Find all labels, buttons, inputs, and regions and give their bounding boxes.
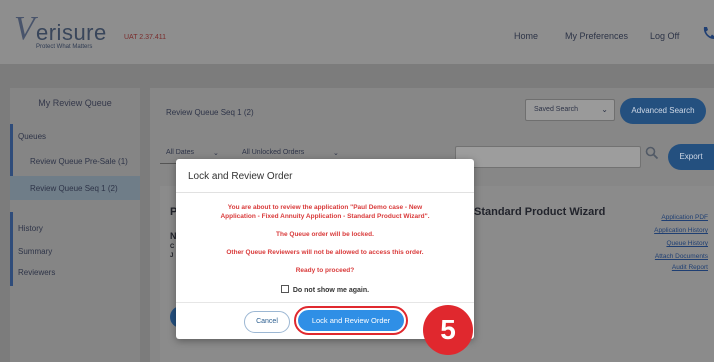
phone-icon[interactable] xyxy=(702,26,714,43)
sidebar-title: My Review Queue xyxy=(38,98,112,108)
dialog-access-note: Other Queue Reviewers will not be allowe… xyxy=(226,249,424,256)
nav-home-link[interactable]: Home xyxy=(514,31,538,41)
sidebar-section-indicator xyxy=(10,212,13,286)
sidebar-item-review-queue-pre-sale[interactable]: Review Queue Pre-Sale (1) xyxy=(30,157,128,166)
search-input[interactable] xyxy=(455,146,641,168)
environment-label: UAT 2.37.411 xyxy=(124,34,167,41)
sidebar-item-summary[interactable]: Summary xyxy=(18,247,52,256)
dont-show-again-checkbox[interactable] xyxy=(280,285,289,293)
sidebar-item-reviewers[interactable]: Reviewers xyxy=(18,268,55,277)
export-button[interactable]: Export xyxy=(668,144,714,170)
dialog-message-line: You are about to review the application … xyxy=(227,204,423,211)
dialog-divider xyxy=(176,192,474,193)
dialog-message: You are about to review the application … xyxy=(192,203,458,275)
advanced-search-button[interactable]: Advanced Search xyxy=(620,98,706,124)
page-title: Review Queue Seq 1 (2) xyxy=(166,108,254,117)
nav-logoff-link[interactable]: Log Off xyxy=(650,31,679,41)
saved-search-value: Saved Search xyxy=(534,106,578,113)
application-links: Application PDF Application History Queu… xyxy=(610,212,708,273)
application-pdf-link[interactable]: Application PDF xyxy=(610,212,708,223)
dialog-locked-note: The Queue order will be locked. xyxy=(276,231,374,238)
audit-report-link[interactable]: Audit Report xyxy=(610,262,708,273)
dialog-message-line: Application - Fixed Annuity Application … xyxy=(220,213,430,220)
app-header: V erisure Protect What Matters UAT 2.37.… xyxy=(0,0,714,64)
saved-search-select[interactable]: Saved Search ⌄ xyxy=(525,99,615,121)
lock-and-review-button-highlight[interactable]: Lock and Review Order xyxy=(294,306,408,335)
logo-tagline: Protect What Matters xyxy=(36,44,93,50)
lock-and-review-button[interactable]: Lock and Review Order xyxy=(298,310,404,331)
application-detail-initial: J xyxy=(170,253,174,259)
nav-preferences-link[interactable]: My Preferences xyxy=(565,31,628,41)
dont-show-again-option[interactable]: Do not show me again. xyxy=(176,285,474,294)
dialog-title: Lock and Review Order xyxy=(188,171,293,182)
verisure-logo[interactable]: V erisure Protect What Matters xyxy=(14,10,114,54)
application-title-suffix: Standard Product Wizard xyxy=(474,206,606,218)
logo-wordmark: erisure xyxy=(36,20,107,45)
dialog-prompt: Ready to proceed? xyxy=(295,267,355,274)
application-detail-initial: C xyxy=(170,244,175,250)
chevron-down-icon: ⌄ xyxy=(601,105,608,114)
sidebar-item-queues[interactable]: Queues xyxy=(18,132,46,141)
attach-documents-link[interactable]: Attach Documents xyxy=(610,251,708,262)
logo-mark: V xyxy=(14,10,35,47)
cancel-button[interactable]: Cancel xyxy=(244,311,290,333)
sidebar-item-history[interactable]: History xyxy=(18,224,43,233)
application-history-link[interactable]: Application History xyxy=(610,225,708,236)
sidebar-item-review-queue-seq-1[interactable]: Review Queue Seq 1 (2) xyxy=(30,184,118,193)
dialog-footer-divider xyxy=(176,302,474,303)
queue-history-link[interactable]: Queue History xyxy=(610,238,708,249)
search-icon[interactable] xyxy=(645,146,659,163)
dont-show-again-label: Do not show me again. xyxy=(292,287,370,294)
step-number-badge: 5 xyxy=(423,305,473,355)
